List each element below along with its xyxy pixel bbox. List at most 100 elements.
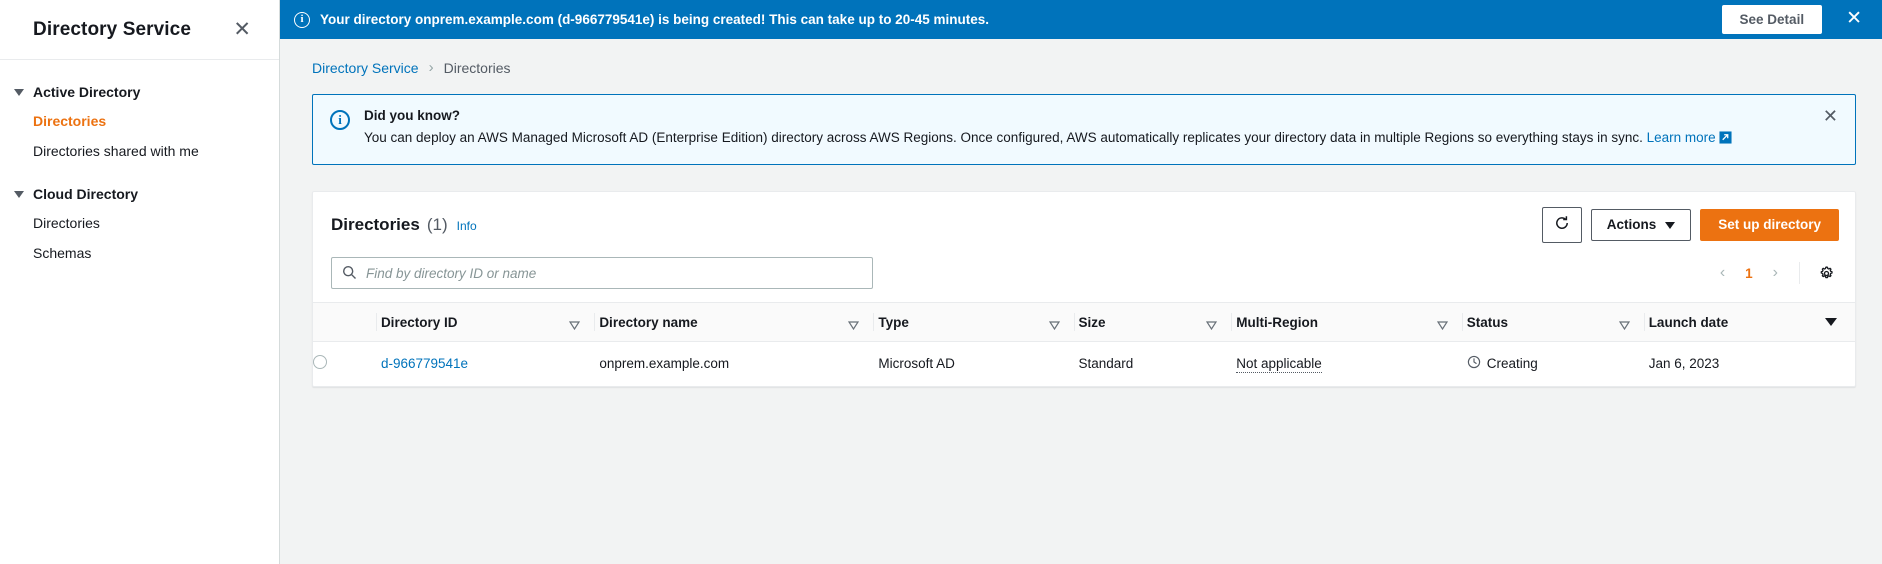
sort-icon <box>848 318 860 330</box>
gear-icon[interactable] <box>1812 262 1841 285</box>
refresh-icon <box>1554 215 1570 235</box>
column-header-launch-date[interactable]: Launch date <box>1648 302 1855 342</box>
cell-multi-region: Not applicable <box>1236 342 1467 386</box>
actions-dropdown-button[interactable]: Actions <box>1590 209 1692 241</box>
sort-icon <box>1618 318 1630 330</box>
sidebar-title: Directory Service <box>33 18 192 40</box>
cell-status: Creating <box>1467 342 1649 386</box>
toolbar-divider <box>1799 262 1800 284</box>
directories-table: Directory ID Directory name Type Size Mu… <box>313 302 1855 386</box>
main-content: i Your directory onprem.example.com (d-9… <box>280 0 1882 564</box>
cell-launch-date: Jan 6, 2023 <box>1648 356 1720 372</box>
breadcrumb: Directory Service › Directories <box>312 39 1856 94</box>
column-label: Type <box>878 314 909 330</box>
info-icon: i <box>294 11 310 28</box>
did-you-know-alert: i Did you know? You can deploy an AWS Ma… <box>312 94 1856 165</box>
sort-descending-icon <box>1825 318 1837 326</box>
actions-label: Actions <box>1606 217 1657 232</box>
alert-title: Did you know? <box>364 108 460 123</box>
sidebar-item-directories[interactable]: Directories <box>0 106 279 136</box>
column-label: Size <box>1078 314 1106 330</box>
sort-icon <box>1206 318 1218 330</box>
breadcrumb-separator-icon: › <box>428 59 434 76</box>
set-up-directory-button[interactable]: Set up directory <box>1700 209 1839 241</box>
cell-directory-id: d-966779541e <box>381 342 599 386</box>
sort-icon <box>1048 318 1060 330</box>
sidebar-item-directories-shared-with-me[interactable]: Directories shared with me <box>0 136 279 166</box>
alert-description: You can deploy an AWS Managed Microsoft … <box>364 128 1799 149</box>
table-toolbar: ‹ 1 › <box>313 243 1855 302</box>
info-icon: i <box>330 110 350 130</box>
page-title: Directories <box>331 215 420 234</box>
column-header-directory-name[interactable]: Directory name <box>599 302 879 342</box>
table-row[interactable]: d-966779541e onprem.example.com Microsof… <box>313 342 1855 386</box>
refresh-button[interactable] <box>1541 207 1582 243</box>
sidebar-group-active-directory[interactable]: Active Directory <box>0 78 279 106</box>
chevron-down-icon <box>14 191 24 198</box>
learn-more-link-part1[interactable]: Learn <box>1647 130 1682 145</box>
status-text: Creating <box>1486 356 1538 372</box>
alert-close-icon[interactable]: ✕ <box>1820 105 1841 127</box>
column-label: Directory ID <box>380 314 458 330</box>
breadcrumb-item-directory-service[interactable]: Directory Service <box>312 60 419 76</box>
search-input[interactable] <box>331 257 873 289</box>
search-container <box>331 257 873 289</box>
flash-message: Your directory onprem.example.com (d-966… <box>320 12 989 27</box>
flash-notification-banner: i Your directory onprem.example.com (d-9… <box>280 0 1882 39</box>
sidebar-item-cloud-directories[interactable]: Directories <box>0 208 279 238</box>
column-label: Multi-Region <box>1236 314 1318 330</box>
chevron-right-icon[interactable]: › <box>1764 261 1787 285</box>
column-header-status[interactable]: Status <box>1466 302 1649 342</box>
column-label: Status <box>1466 314 1508 330</box>
flash-close-icon[interactable]: ✕ <box>1832 7 1866 32</box>
breadcrumb-item-directories: Directories <box>443 59 511 76</box>
cell-directory-name: onprem.example.com <box>599 356 730 372</box>
column-header-multi-region[interactable]: Multi-Region <box>1236 302 1467 342</box>
page-number-1[interactable]: 1 <box>1738 262 1760 285</box>
table-body: d-966779541e onprem.example.com Microsof… <box>313 342 1855 386</box>
status-badge: Creating <box>1467 355 1635 372</box>
column-header-directory-id[interactable]: Directory ID <box>380 302 600 342</box>
chevron-down-icon <box>1665 221 1676 229</box>
column-label: Launch date <box>1648 314 1729 330</box>
table-head: Directory ID Directory name Type Size Mu… <box>313 302 1855 342</box>
card-actions: Actions Set up directory <box>1541 207 1839 243</box>
card-title-group: Directories (1) Info <box>331 215 477 235</box>
pagination: ‹ 1 › <box>1711 261 1841 285</box>
sidebar-item-schemas[interactable]: Schemas <box>0 238 279 268</box>
sort-icon <box>1436 318 1448 330</box>
content-area: Directory Service › Directories i Did yo… <box>280 39 1882 564</box>
see-detail-button[interactable]: See Detail <box>1721 5 1823 34</box>
cell-size: Standard <box>1078 356 1134 372</box>
directories-count: (1) <box>426 215 448 234</box>
learn-more-link-part2[interactable]: more <box>1685 130 1716 145</box>
sidebar-group-label: Cloud Directory <box>33 186 139 202</box>
card-header: Directories (1) Info Actions Set up dire… <box>313 192 1855 243</box>
row-radio-button[interactable] <box>313 355 327 370</box>
chevron-left-icon[interactable]: ‹ <box>1711 261 1734 285</box>
column-header-size[interactable]: Size <box>1078 302 1237 342</box>
row-select-cell <box>313 342 381 386</box>
multi-region-tooltip-text[interactable]: Not applicable <box>1236 356 1322 374</box>
select-all-column <box>313 302 381 342</box>
alert-description-text: You can deploy an AWS Managed Microsoft … <box>364 130 1643 145</box>
alert-body: Did you know? You can deploy an AWS Mana… <box>364 108 1839 149</box>
sidebar: Directory Service ✕ Active Directory Dir… <box>0 0 280 564</box>
pending-clock-icon <box>1467 355 1481 372</box>
sidebar-nav: Active Directory Directories Directories… <box>0 60 279 268</box>
directory-service-console: Directory Service ✕ Active Directory Dir… <box>0 0 1882 564</box>
sort-icon <box>569 318 581 330</box>
directory-id-link[interactable]: d-966779541e <box>381 356 468 371</box>
directories-table-card: Directories (1) Info Actions Set up dire… <box>312 191 1856 387</box>
sidebar-header: Directory Service ✕ <box>0 0 279 60</box>
sidebar-close-icon[interactable]: ✕ <box>229 17 255 42</box>
column-header-type[interactable]: Type <box>878 302 1079 342</box>
external-link-icon[interactable] <box>1719 130 1732 149</box>
sidebar-group-cloud-directory[interactable]: Cloud Directory <box>0 180 279 208</box>
table-header-row: Directory ID Directory name Type Size Mu… <box>313 302 1855 342</box>
info-link[interactable]: Info <box>457 219 477 233</box>
cell-type: Microsoft AD <box>878 356 955 372</box>
chevron-down-icon <box>14 89 24 96</box>
column-label: Directory name <box>599 314 698 330</box>
